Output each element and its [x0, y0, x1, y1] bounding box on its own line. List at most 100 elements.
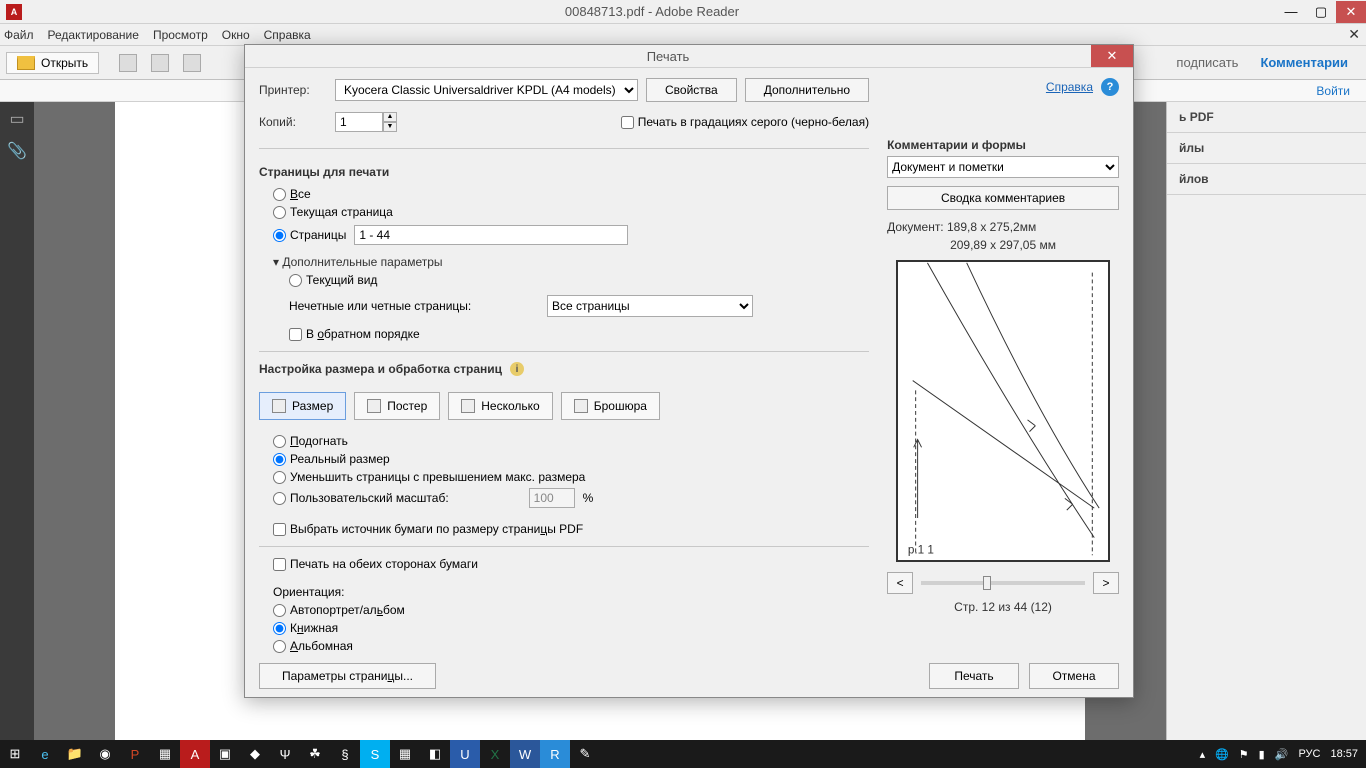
task-icon-7[interactable]: ▦ [390, 740, 420, 768]
fit-radio[interactable]: Подогнать [273, 434, 869, 448]
task-icon-2[interactable]: ▣ [210, 740, 240, 768]
page-setup-button[interactable]: Параметры страницы... [259, 663, 436, 689]
toolbar-icon-3[interactable] [183, 54, 201, 72]
sign-link[interactable]: подписать [1176, 55, 1238, 70]
chrome-icon[interactable]: ◉ [90, 740, 120, 768]
slider-thumb[interactable] [983, 576, 991, 590]
word-icon[interactable]: W [510, 740, 540, 768]
close-button[interactable]: ✕ [1336, 1, 1366, 23]
info-icon[interactable]: i [510, 362, 524, 376]
odd-even-select[interactable]: Все страницы [547, 295, 753, 317]
tray-up-icon[interactable]: ▴ [1200, 748, 1206, 761]
menu-window[interactable]: Окно [222, 28, 250, 42]
grayscale-checkbox[interactable]: Печать в градациях серого (черно-белая) [621, 115, 869, 129]
tray-time[interactable]: 18:57 [1330, 748, 1358, 760]
tab-size[interactable]: Размер [259, 392, 346, 420]
print-button[interactable]: Печать [929, 663, 1019, 689]
skype-icon[interactable]: S [360, 740, 390, 768]
powerpoint-icon[interactable]: P [120, 740, 150, 768]
attachment-icon[interactable]: 📎 [6, 140, 28, 162]
task-icon-u[interactable]: U [450, 740, 480, 768]
cancel-button[interactable]: Отмена [1029, 663, 1119, 689]
excel-icon[interactable]: X [480, 740, 510, 768]
document-dimensions: Документ: 189,8 x 275,2мм [887, 220, 1119, 234]
shrink-radio[interactable]: Уменьшить страницы с превышением макс. р… [273, 470, 869, 484]
task-icon-5[interactable]: ☘ [300, 740, 330, 768]
prev-page-button[interactable]: < [887, 572, 913, 594]
current-view-radio[interactable]: Текущий вид [289, 273, 869, 287]
paper-source-checkbox[interactable]: Выбрать источник бумаги по размеру стран… [273, 522, 869, 536]
comments-select[interactable]: Документ и пометки [887, 156, 1119, 178]
pages-range-input[interactable] [354, 225, 628, 245]
pages-range-radio[interactable]: Страницы [273, 228, 346, 242]
dialog-close-button[interactable]: ✕ [1091, 45, 1133, 67]
toolbar-icon-1[interactable] [119, 54, 137, 72]
tab-poster[interactable]: Постер [354, 392, 440, 420]
task-icon-9[interactable]: ✎ [570, 740, 600, 768]
tab-booklet[interactable]: Брошюра [561, 392, 660, 420]
tray-network-icon[interactable]: ▮ [1259, 748, 1265, 761]
open-button[interactable]: Открыть [6, 52, 99, 74]
summarize-comments-button[interactable]: Сводка комментариев [887, 186, 1119, 210]
tray-flag-icon[interactable]: ⚑ [1239, 748, 1249, 761]
reader-icon[interactable]: A [180, 740, 210, 768]
task-icon-4[interactable]: Ψ [270, 740, 300, 768]
task-icon-r[interactable]: R [540, 740, 570, 768]
start-button[interactable]: ⊞ [0, 740, 30, 768]
advanced-button[interactable]: Дополнительно [745, 78, 869, 102]
custom-scale-radio[interactable]: Пользовательский масштаб: [273, 491, 449, 505]
maximize-button[interactable]: ▢ [1306, 1, 1336, 23]
minimize-button[interactable]: — [1276, 1, 1306, 23]
panel-item-3[interactable]: йлов [1167, 164, 1366, 195]
signin-link[interactable]: Войти [1316, 84, 1350, 98]
paper-dimensions: 209,89 x 297,05 мм [887, 238, 1119, 252]
comments-link[interactable]: Комментарии [1260, 55, 1348, 70]
page-slider[interactable] [921, 581, 1085, 585]
menu-edit[interactable]: Редактирование [48, 28, 139, 42]
task-icon-3[interactable]: ◆ [240, 740, 270, 768]
toolbar-icon-2[interactable] [151, 54, 169, 72]
tray-globe-icon[interactable]: 🌐 [1215, 748, 1229, 761]
properties-button[interactable]: Свойства [646, 78, 737, 102]
spin-up-icon[interactable]: ▲ [383, 112, 397, 122]
tools-panel: ь PDF йлы йлов [1166, 102, 1366, 740]
orient-portrait-radio[interactable]: Книжная [273, 621, 869, 635]
reverse-order-checkbox[interactable]: В обратном порядке [289, 327, 869, 341]
task-icon-6[interactable]: § [330, 740, 360, 768]
window-title: 00848713.pdf - Adobe Reader [28, 4, 1276, 19]
spin-down-icon[interactable]: ▼ [383, 122, 397, 132]
duplex-checkbox[interactable]: Печать на обеих сторонах бумаги [273, 557, 869, 571]
tab-multiple[interactable]: Несколько [448, 392, 552, 420]
menu-help[interactable]: Справка [264, 28, 311, 42]
current-page-radio[interactable]: Текущая страница [273, 205, 869, 219]
more-params-toggle[interactable]: ▾ Дополнительные параметры [273, 255, 869, 269]
task-icon-1[interactable]: ▦ [150, 740, 180, 768]
all-pages-radio[interactable]: Все [273, 187, 869, 201]
odd-even-label: Нечетные или четные страницы: [289, 299, 539, 313]
menu-view[interactable]: Просмотр [153, 28, 208, 42]
help-link[interactable]: Справка [1046, 80, 1093, 94]
left-sidebar: ▭ 📎 [0, 102, 34, 740]
taskbar: ⊞ e 📁 ◉ P ▦ A ▣ ◆ Ψ ☘ § S ▦ ◧ U X W R ✎ … [0, 740, 1366, 768]
task-icon-8[interactable]: ◧ [420, 740, 450, 768]
next-page-button[interactable]: > [1093, 572, 1119, 594]
panel-item-2[interactable]: йлы [1167, 133, 1366, 164]
printer-select[interactable]: Kyocera Classic Universaldriver KPDL (A4… [335, 79, 638, 101]
page-counter: Стр. 12 из 44 (12) [887, 600, 1119, 614]
dialog-titlebar: Печать ✕ [245, 45, 1133, 68]
tray-lang[interactable]: РУС [1298, 748, 1320, 760]
ie-icon[interactable]: e [30, 740, 60, 768]
menubar: Файл Редактирование Просмотр Окно Справк… [0, 24, 1366, 46]
orient-auto-radio[interactable]: Автопортрет/альбом [273, 603, 869, 617]
help-icon[interactable]: ? [1101, 78, 1119, 96]
menu-file[interactable]: Файл [4, 28, 34, 42]
copies-input[interactable] [335, 112, 383, 132]
thumbnails-icon[interactable]: ▭ [6, 108, 28, 130]
tray-sound-icon[interactable]: 🔊 [1275, 748, 1289, 761]
doc-close-icon[interactable]: ✕ [1348, 26, 1360, 43]
copies-spinner[interactable]: ▲▼ [335, 112, 397, 132]
actual-size-radio[interactable]: Реальный размер [273, 452, 869, 466]
explorer-icon[interactable]: 📁 [60, 740, 90, 768]
panel-item-1[interactable]: ь PDF [1167, 102, 1366, 133]
orient-landscape-radio[interactable]: Альбомная [273, 639, 869, 653]
